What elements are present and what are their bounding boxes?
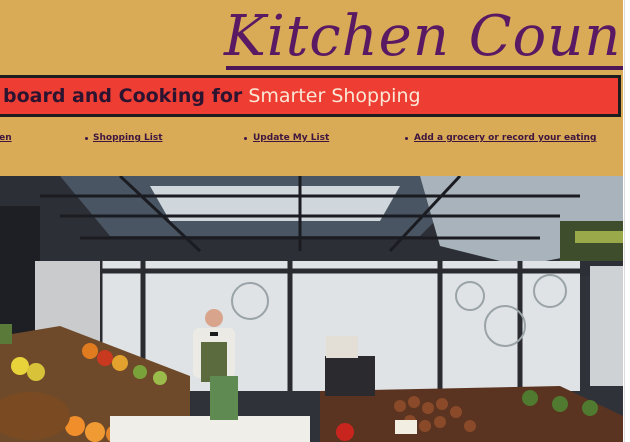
nav-bullet [85,137,88,140]
nav-link-shopping-list[interactable]: Shopping List [93,132,163,144]
tagline-banner: board and Cooking for Smarter Shopping [0,75,621,117]
market-photo [0,176,623,442]
window-right-edge [623,0,630,442]
tagline-dark-text: board and Cooking for [3,85,243,107]
nav-bullet [244,137,247,140]
tagline-light-text: Smarter Shopping [248,85,421,107]
nav-link-add-grocery[interactable]: Add a grocery or record your eating [414,132,596,144]
market-photo-illustration [0,176,623,442]
title-underline [226,66,623,70]
nav-bullet [405,137,408,140]
page: Kitchen Counter board and Cooking for Sm… [0,0,623,442]
site-title: Kitchen Counter [224,4,623,69]
nav-link-update-my-list[interactable]: Update My List [253,132,329,144]
main-nav: Kitchen Shopping List Update My List Add… [0,132,623,148]
nav-link-kitchen[interactable]: Kitchen [0,132,12,144]
